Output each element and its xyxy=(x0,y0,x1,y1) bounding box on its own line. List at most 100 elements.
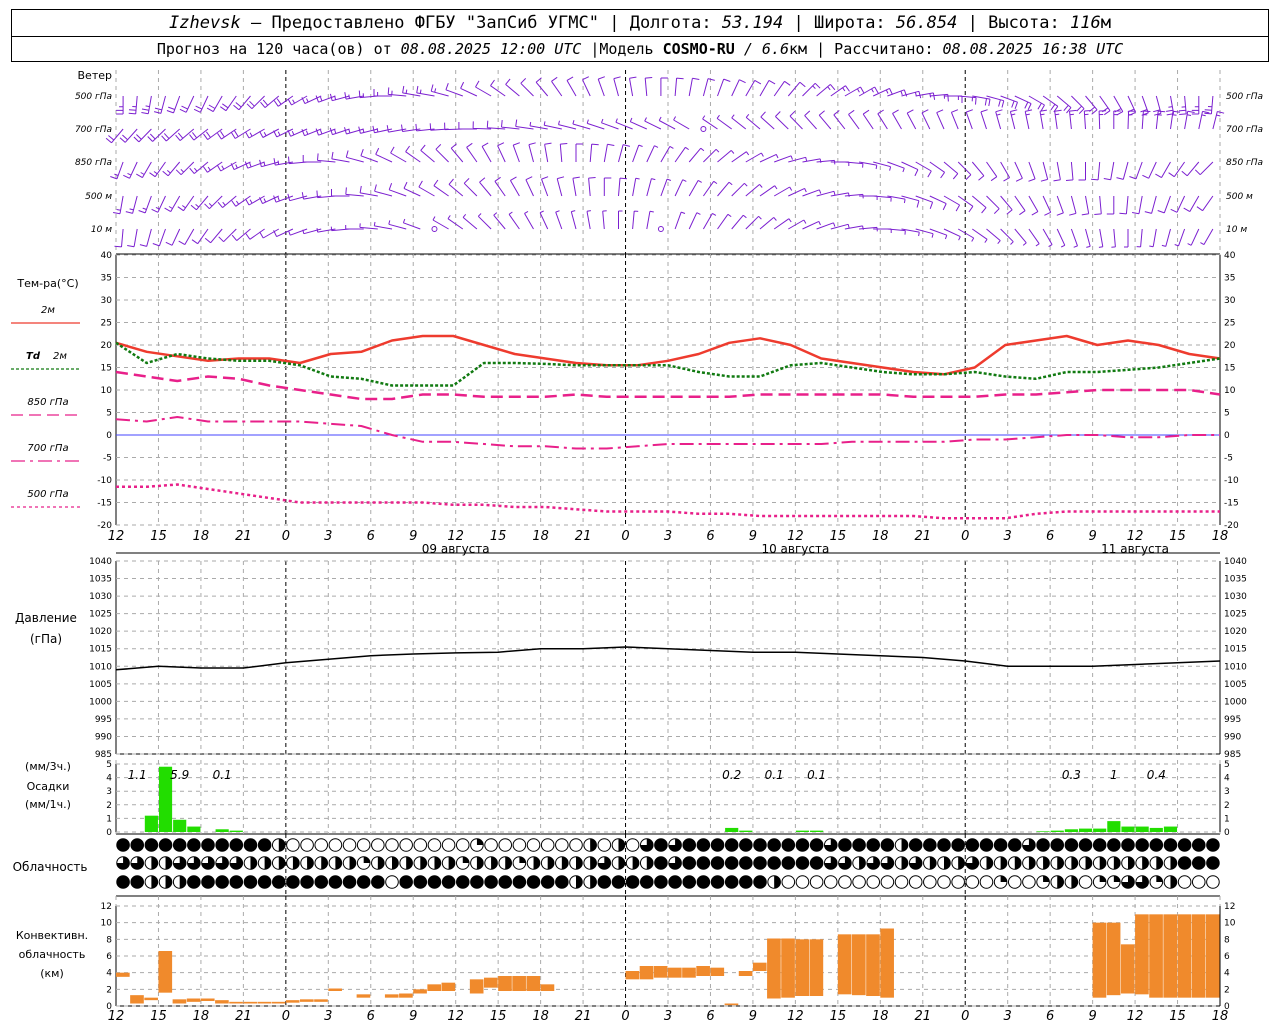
wind-barb xyxy=(958,95,977,105)
wind-barb xyxy=(759,79,776,97)
wind-barb xyxy=(717,150,735,163)
hour-tick-label: 9 xyxy=(749,1009,757,1024)
cloud-symbol xyxy=(441,838,456,852)
hour-tick-label: 0 xyxy=(621,529,629,544)
cloud-fill xyxy=(1192,838,1206,852)
hour-tick-label: 9 xyxy=(1088,1009,1096,1024)
pressure-ytick-left: 1025 xyxy=(89,610,112,620)
cloud-fill xyxy=(810,856,823,870)
hour-tick-label: 15 xyxy=(150,529,167,544)
cloud-fill xyxy=(1050,838,1064,852)
precip-ytick-left: 4 xyxy=(106,774,112,784)
wind-barb xyxy=(190,195,209,211)
cloud-symbol xyxy=(795,875,810,889)
wind-barb xyxy=(717,181,733,197)
wind-barb xyxy=(995,109,1003,130)
convective-bar xyxy=(625,971,640,980)
convective-bar xyxy=(300,999,314,1002)
convective-bar xyxy=(427,984,442,991)
wind-barb xyxy=(1083,110,1092,130)
cloud-fill xyxy=(173,838,186,852)
wind-barb xyxy=(420,144,435,163)
cloud-fill xyxy=(929,856,937,870)
conv-ytick-right: 0 xyxy=(1224,1002,1230,1012)
wind-level-label-left: 700 гПа xyxy=(75,125,112,135)
cloud-symbol xyxy=(413,838,428,852)
cloud-fill xyxy=(264,856,271,870)
precip-bar xyxy=(795,830,810,832)
wind-barb xyxy=(644,117,662,130)
cloud-fill xyxy=(951,838,965,852)
wind-barb xyxy=(673,116,690,130)
wind-barb xyxy=(528,142,536,163)
wind-barb xyxy=(162,161,181,177)
wind-barb xyxy=(1069,109,1077,130)
cloud-fill xyxy=(371,875,385,889)
convective-bar xyxy=(314,999,328,1002)
hour-tick-label: 18 xyxy=(193,529,210,544)
cloud-fill xyxy=(513,875,526,889)
wind-barb xyxy=(965,109,973,130)
wind-barb xyxy=(301,192,322,200)
hour-tick-label: 3 xyxy=(1004,529,1012,544)
cloud-fill xyxy=(1043,875,1050,882)
conv-ytick-left: 10 xyxy=(101,919,113,929)
wind-barb xyxy=(915,228,934,238)
cloud-symbol xyxy=(569,838,583,852)
wind-barb xyxy=(505,78,520,97)
convective-bar xyxy=(837,934,852,995)
conv-ytick-left: 6 xyxy=(106,952,112,962)
convective-bar xyxy=(696,966,710,976)
cloud-fill xyxy=(640,875,654,889)
hour-tick-label: 6 xyxy=(367,1009,375,1024)
date-label: 09 августа xyxy=(422,542,490,556)
cloud-fill xyxy=(321,856,328,870)
wind-barb xyxy=(1106,196,1115,215)
wind-barb xyxy=(1157,195,1171,214)
wind-barb xyxy=(1014,195,1026,216)
cloud-fill xyxy=(1071,875,1078,889)
cloud-fill xyxy=(1156,856,1163,870)
wind-barb xyxy=(570,210,577,230)
hour-tick-label: 12 xyxy=(1127,1009,1144,1024)
cloud-fill xyxy=(1170,856,1177,870)
cloud-fill xyxy=(278,856,286,870)
wind-barb xyxy=(1042,228,1053,248)
cloud-fill xyxy=(428,875,441,889)
cloud-fill xyxy=(980,838,993,852)
pressure-ytick-right: 1030 xyxy=(1224,592,1247,602)
convective-bar xyxy=(384,994,399,998)
wind-barb xyxy=(658,116,676,130)
hour-tick-label: 0 xyxy=(282,1009,290,1024)
temp-ytick-left: 15 xyxy=(101,364,112,374)
wind-barb xyxy=(1014,228,1027,246)
cloud-fill xyxy=(448,856,455,870)
conv-ytick-right: 6 xyxy=(1224,952,1230,962)
cloud-fill xyxy=(278,838,286,852)
convective-bar xyxy=(781,938,795,998)
cloud-fill xyxy=(1113,875,1121,882)
cloud-fill xyxy=(725,875,738,889)
hour-tick-label: 18 xyxy=(872,529,889,544)
wind-barb xyxy=(403,181,421,197)
wind-barb xyxy=(1094,195,1102,215)
wind-barb xyxy=(597,76,605,97)
wind-barb xyxy=(802,82,821,97)
precip-bar xyxy=(144,815,158,832)
cloud-symbol xyxy=(1177,875,1192,889)
cloud-fill xyxy=(796,856,809,870)
cloud-fill xyxy=(250,856,257,870)
wind-barb xyxy=(525,176,534,197)
wind-barb xyxy=(702,212,717,230)
precip-bar xyxy=(1121,826,1135,832)
cloud-symbol xyxy=(314,838,329,852)
wind-barb xyxy=(615,118,633,130)
hour-tick-label: 15 xyxy=(1169,1009,1186,1024)
cloud-fill xyxy=(151,856,158,870)
pressure-ytick-right: 990 xyxy=(1224,732,1241,742)
temp-ytick-left: 20 xyxy=(101,341,113,351)
wind-barb xyxy=(206,95,223,113)
cloud-fill xyxy=(1178,838,1191,852)
cloud-fill xyxy=(420,856,427,870)
temp-ytick-right: 5 xyxy=(1224,409,1230,419)
